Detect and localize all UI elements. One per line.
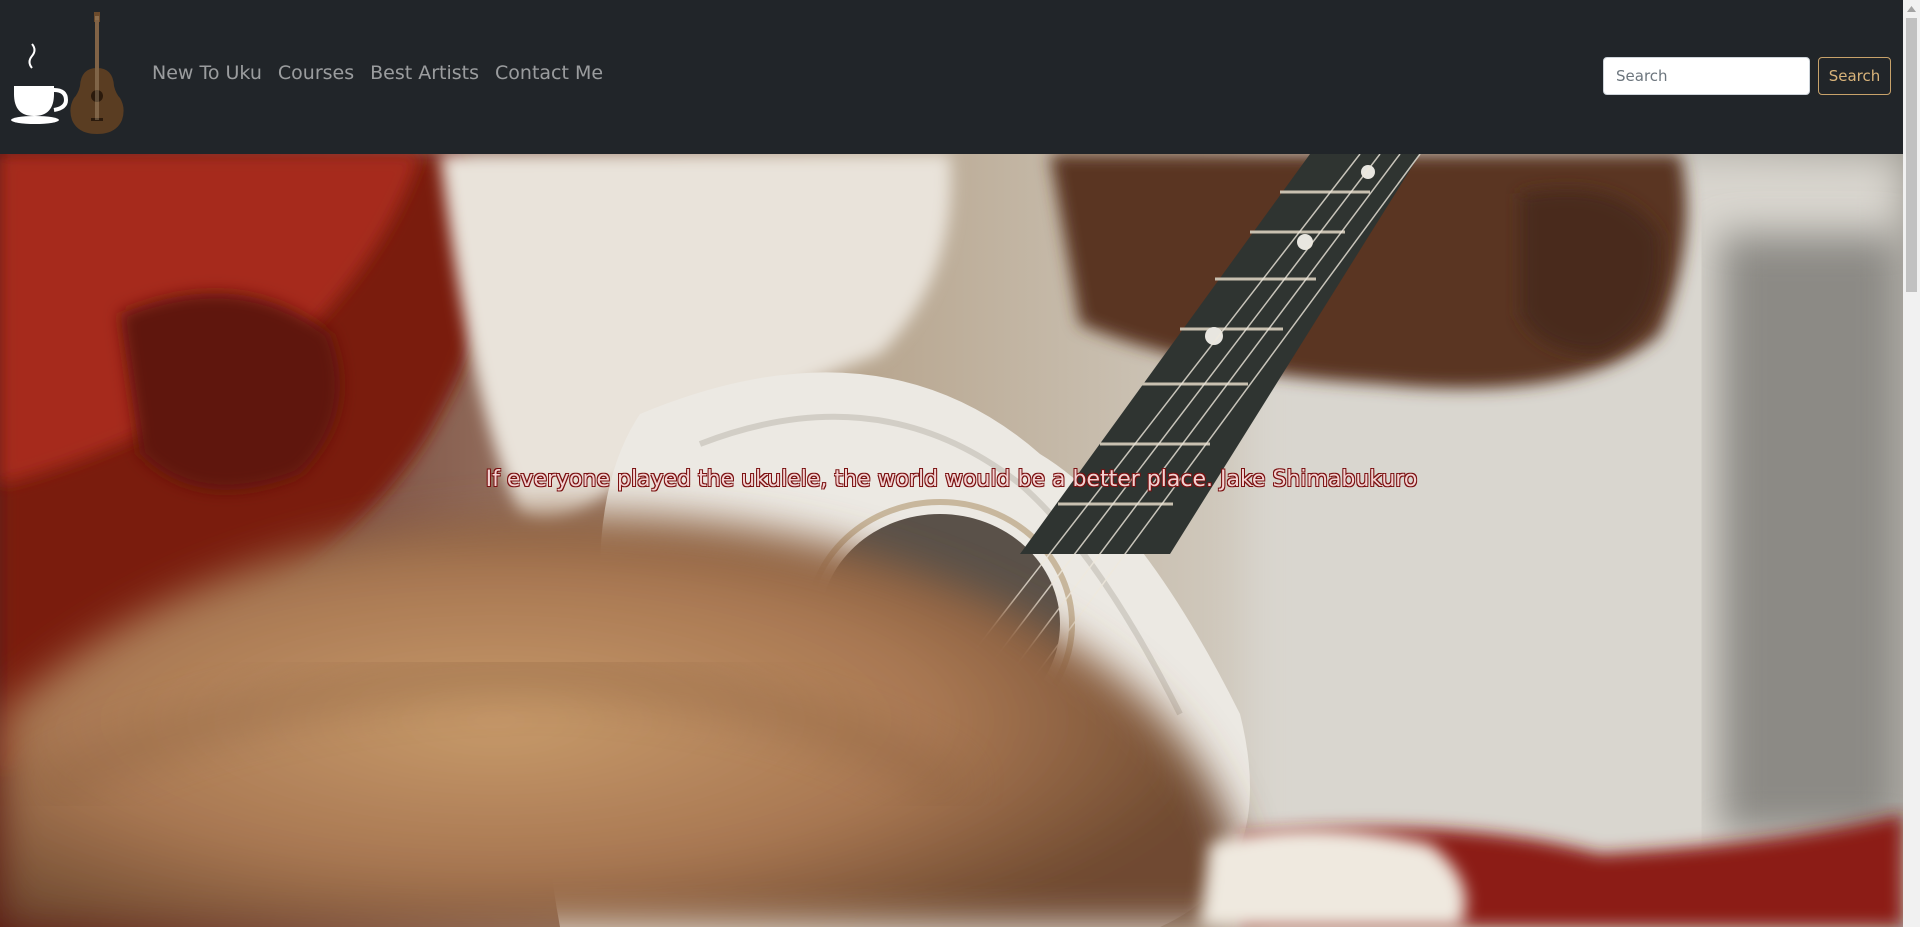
search-input[interactable] bbox=[1603, 57, 1810, 95]
ukulele-icon bbox=[70, 12, 124, 134]
hero-image bbox=[0, 154, 1903, 927]
page-scrollbar[interactable] bbox=[1903, 0, 1920, 927]
scrollbar-thumb[interactable] bbox=[1906, 18, 1917, 292]
scroll-up-arrow-icon[interactable] bbox=[1903, 0, 1920, 17]
hero-quote: If everyone played the ukulele, the worl… bbox=[485, 467, 1418, 492]
nav-link-new-to-uku[interactable]: New To Uku bbox=[152, 62, 262, 84]
coffee-cup-icon bbox=[11, 43, 69, 124]
nav-link-best-artists[interactable]: Best Artists bbox=[370, 62, 479, 84]
search-form: Search bbox=[1603, 57, 1891, 95]
nav-link-courses[interactable]: Courses bbox=[278, 62, 354, 84]
search-button[interactable]: Search bbox=[1818, 57, 1891, 95]
top-navbar: New To Uku Courses Best Artists Contact … bbox=[0, 0, 1903, 154]
nav-link-contact-me[interactable]: Contact Me bbox=[495, 62, 603, 84]
nav-links: New To Uku Courses Best Artists Contact … bbox=[152, 62, 619, 84]
brand-logo[interactable] bbox=[10, 10, 130, 142]
hero-banner: If everyone played the ukulele, the worl… bbox=[0, 154, 1903, 927]
